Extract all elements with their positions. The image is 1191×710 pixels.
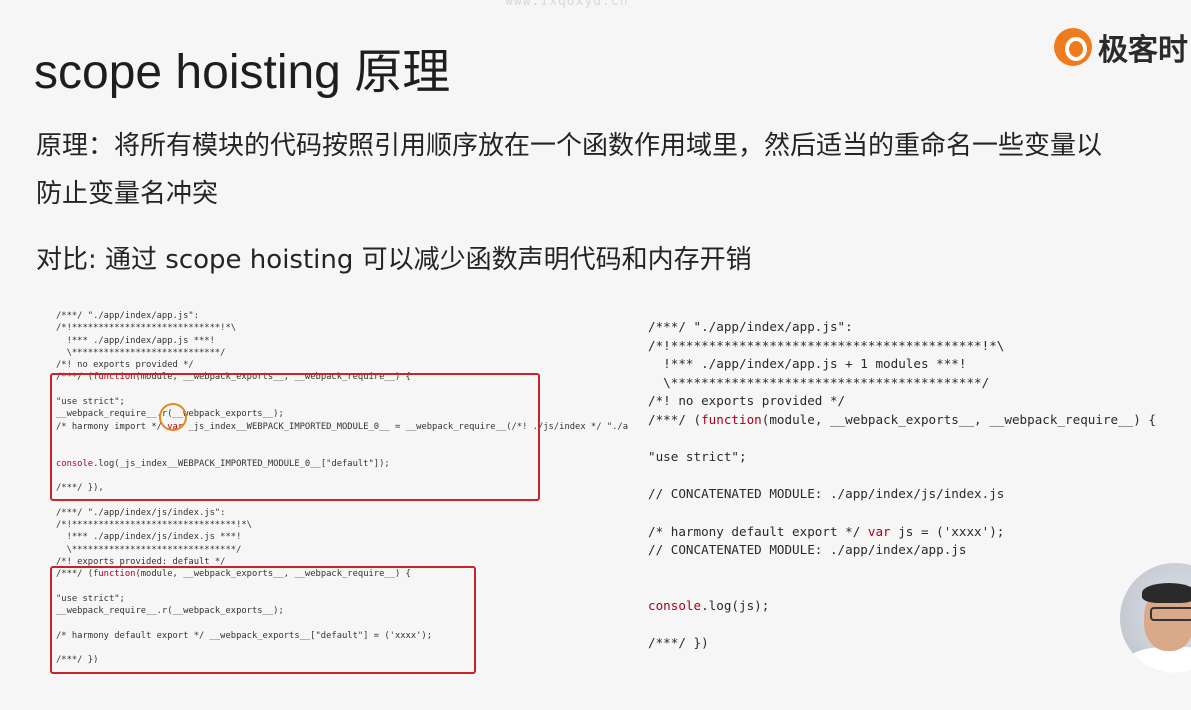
watermark: www.ixqoxyd.cn (505, 0, 629, 9)
cursor-highlight-circle (159, 403, 187, 431)
code-after-scope-hoisting: /***/ "./app/index/app.js": /*!**********… (648, 318, 1168, 653)
code-line: /* harmony default export */ var js = ('… (648, 523, 1005, 539)
code-line: // CONCATENATED MODULE: ./app/index/app.… (648, 542, 967, 558)
code-line: !*** ./app/index/app.js ***! (56, 335, 215, 346)
code-line: // CONCATENATED MODULE: ./app/index/js/i… (648, 486, 1005, 502)
code-line: "use strict"; (648, 449, 747, 465)
code-line: \***************************************… (648, 374, 990, 390)
highlight-box-app-module (50, 373, 540, 501)
page-title: scope hoisting 原理 (34, 46, 451, 99)
code-line: !*** ./app/index/app.js + 1 modules ***! (648, 356, 967, 372)
comparison-paragraph: 对比: 通过 scope hoisting 可以减少函数声明代码和内存开销 (36, 245, 752, 275)
glasses-icon (1150, 607, 1191, 621)
code-line: !*** ./app/index/js/index.js ***! (56, 532, 242, 543)
code-line: \*******************************/ (56, 544, 242, 555)
principle-paragraph: 原理：将所有模块的代码按照引用顺序放在一个函数作用域里，然后适当的重命名一些变量… (36, 131, 1103, 209)
code-line: /***/ }) (648, 635, 709, 651)
highlight-box-index-module (50, 566, 476, 674)
code-line: /***/ (function(module, __webpack_export… (648, 411, 1157, 427)
code-line: /*! no exports provided */ (56, 360, 194, 371)
logo-text: 极客时 (1098, 33, 1188, 68)
code-line: /*!*************************************… (648, 337, 1005, 353)
code-line: console.log(js); (648, 597, 770, 613)
code-line: /*!*******************************!*\ (56, 520, 252, 531)
code-line: /***/ "./app/index/app.js": (56, 311, 199, 321)
presenter-hair (1142, 583, 1191, 603)
logo: 极客时 (1054, 24, 1188, 70)
code-line: /*! no exports provided */ (648, 393, 846, 409)
geek-time-logo-icon (1054, 28, 1092, 66)
code-line: \****************************/ (56, 347, 226, 358)
presenter-body (1126, 647, 1191, 673)
code-line: /***/ "./app/index/app.js": (648, 319, 853, 334)
code-line: /*!****************************!*\ (56, 323, 237, 334)
code-line: /***/ "./app/index/js/index.js": (56, 507, 226, 518)
